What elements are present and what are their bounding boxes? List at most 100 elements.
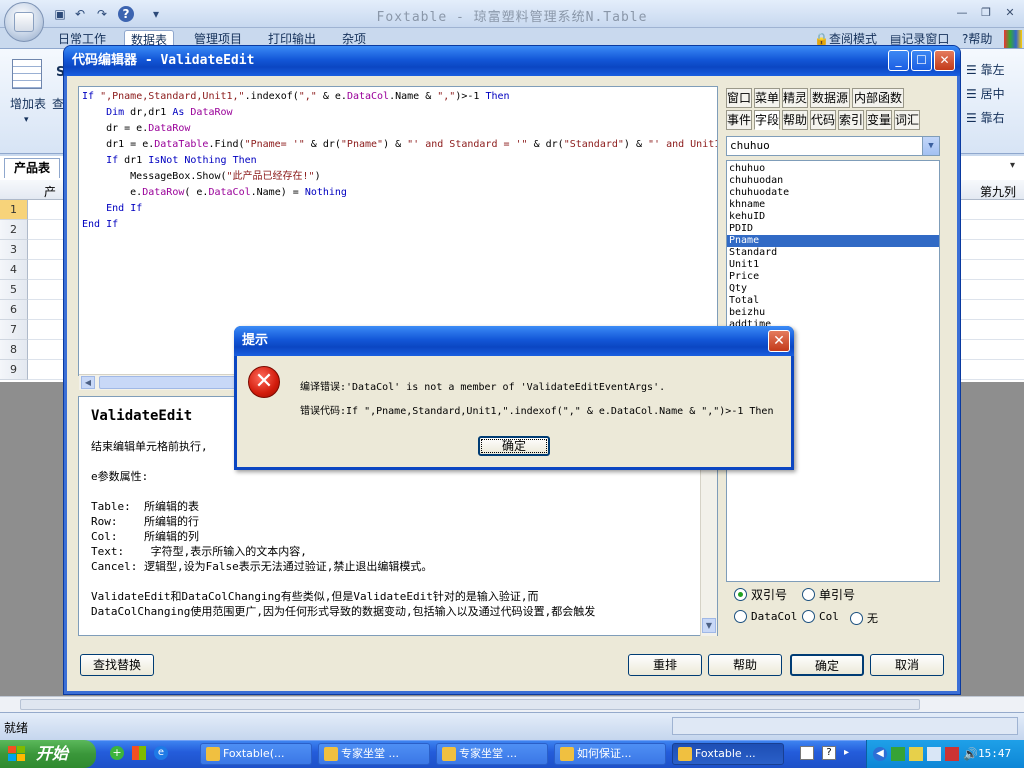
row-header[interactable]: 6 bbox=[0, 300, 28, 320]
panel-tab[interactable]: 词汇 bbox=[894, 110, 920, 130]
row-header[interactable]: 1 bbox=[0, 200, 28, 220]
panel-tab[interactable]: 数据源 bbox=[810, 88, 850, 108]
row-header[interactable]: 7 bbox=[0, 320, 28, 340]
column-header-first[interactable]: 产 bbox=[44, 183, 56, 200]
scroll-left-icon[interactable]: ◀ bbox=[81, 376, 95, 389]
panel-tab[interactable]: 事件 bbox=[726, 110, 752, 130]
sheet-dropdown-icon[interactable]: ▾ bbox=[1010, 160, 1015, 171]
panel-tab[interactable]: 变量 bbox=[866, 110, 892, 130]
code-line[interactable]: End If bbox=[82, 201, 714, 217]
panel-tab[interactable]: 内部函数 bbox=[852, 88, 904, 108]
close-icon[interactable]: ✕ bbox=[998, 5, 1022, 21]
quicklaunch-windows-icon[interactable] bbox=[132, 746, 146, 760]
tray-security-icon[interactable] bbox=[909, 747, 923, 761]
code-content[interactable]: If ",Pname,Standard,Unit1,".indexof("," … bbox=[79, 87, 717, 235]
users-icon[interactable] bbox=[1004, 30, 1022, 48]
row-header[interactable]: 8 bbox=[0, 340, 28, 360]
tray-keyboard-icon[interactable] bbox=[800, 746, 814, 760]
chevron-down-icon[interactable]: ▾ bbox=[24, 115, 29, 125]
tray-help-icon[interactable]: ? bbox=[822, 746, 836, 760]
taskbar-button[interactable]: Foxtable ... bbox=[672, 743, 784, 765]
code-line[interactable]: End If bbox=[82, 217, 714, 233]
list-item[interactable]: Total bbox=[727, 295, 939, 307]
alert-ok-button[interactable]: 确定 bbox=[478, 436, 550, 456]
row-header[interactable]: 4 bbox=[0, 260, 28, 280]
list-item[interactable]: Price bbox=[727, 271, 939, 283]
list-item[interactable]: PDID bbox=[727, 223, 939, 235]
rearrange-button[interactable]: 重排 bbox=[628, 654, 702, 676]
field-table-select[interactable]: chuhuo ▼ bbox=[726, 136, 940, 156]
list-item[interactable]: chuhuodan bbox=[727, 175, 939, 187]
find-replace-button[interactable]: 查找替换 bbox=[80, 654, 154, 676]
tray-network-icon[interactable] bbox=[927, 747, 941, 761]
taskbar-button[interactable]: 专家坐堂 ... bbox=[318, 743, 430, 765]
column-header-ninth[interactable]: 第九列 bbox=[980, 183, 1016, 200]
quote-option-radio[interactable]: 单引号 bbox=[802, 586, 855, 603]
taskbar-button[interactable]: Foxtable(... bbox=[200, 743, 312, 765]
tray-back-icon[interactable]: ◀ bbox=[873, 747, 887, 761]
list-item[interactable]: Qty bbox=[727, 283, 939, 295]
code-line[interactable]: dr = e.DataRow bbox=[82, 121, 714, 137]
panel-tab[interactable]: 字段 bbox=[754, 110, 780, 130]
radio-dot-icon[interactable] bbox=[734, 610, 747, 623]
list-item[interactable]: chuhuodate bbox=[727, 187, 939, 199]
panel-tab[interactable]: 索引 bbox=[838, 110, 864, 130]
quote-option-radio[interactable]: Col bbox=[802, 610, 839, 623]
list-item[interactable]: Standard bbox=[727, 247, 939, 259]
close-icon[interactable]: ✕ bbox=[768, 330, 790, 352]
list-item[interactable]: kehuID bbox=[727, 211, 939, 223]
panel-tab[interactable]: 菜单 bbox=[754, 88, 780, 108]
help-menu-button[interactable]: ?帮助 bbox=[956, 30, 998, 48]
scroll-down-icon[interactable]: ▼ bbox=[702, 618, 716, 633]
code-line[interactable]: dr1 = e.DataTable.Find("Pname= '" & dr("… bbox=[82, 137, 717, 153]
list-item[interactable]: khname bbox=[727, 199, 939, 211]
taskbar-button[interactable]: 专家坐堂 ... bbox=[436, 743, 548, 765]
quote-option-radio[interactable]: 双引号 bbox=[734, 586, 787, 603]
tray-antivirus-icon[interactable] bbox=[945, 747, 959, 761]
row-header[interactable]: 3 bbox=[0, 240, 28, 260]
row-header[interactable]: 9 bbox=[0, 360, 28, 380]
query-label[interactable]: 查 bbox=[52, 95, 64, 112]
panel-tab[interactable]: 代码 bbox=[810, 110, 836, 130]
minimize-icon[interactable]: _ bbox=[888, 50, 909, 71]
code-line[interactable]: Dim dr,dr1 As DataRow bbox=[82, 105, 714, 121]
radio-dot-icon[interactable] bbox=[734, 588, 747, 601]
panel-tab[interactable]: 窗口 bbox=[726, 88, 752, 108]
scroll-thumb[interactable] bbox=[20, 699, 920, 710]
taskbar-button[interactable]: 如何保证... bbox=[554, 743, 666, 765]
align-center-button[interactable]: ☰ 居中 bbox=[966, 85, 1005, 102]
row-header[interactable]: 5 bbox=[0, 280, 28, 300]
quote-option-radio[interactable]: 无 bbox=[850, 610, 878, 626]
minimize-icon[interactable]: — bbox=[950, 5, 974, 21]
start-button[interactable]: 开始 bbox=[0, 740, 96, 768]
code-line[interactable]: If dr1 IsNot Nothing Then bbox=[82, 153, 714, 169]
list-item[interactable]: chuhuo bbox=[727, 163, 939, 175]
add-table-icon[interactable] bbox=[12, 59, 42, 89]
restore-icon[interactable]: ❐ bbox=[974, 5, 998, 21]
add-table-label[interactable]: 增加表 bbox=[10, 95, 46, 112]
quicklaunch-ie-icon[interactable]: e bbox=[154, 746, 168, 760]
scroll-thumb[interactable] bbox=[99, 376, 239, 389]
horizontal-scrollbar[interactable] bbox=[0, 696, 1024, 712]
tray-app-icon[interactable] bbox=[891, 747, 905, 761]
radio-dot-icon[interactable] bbox=[850, 611, 863, 625]
align-right-button[interactable]: ☰ 靠右 bbox=[966, 109, 1005, 126]
panel-tab[interactable]: 精灵 bbox=[782, 88, 808, 108]
help-button[interactable]: 帮助 bbox=[708, 654, 782, 676]
radio-dot-icon[interactable] bbox=[802, 610, 815, 623]
radio-dot-icon[interactable] bbox=[802, 588, 815, 601]
chevron-down-icon[interactable]: ▼ bbox=[922, 137, 939, 155]
cancel-button[interactable]: 取消 bbox=[870, 654, 944, 676]
list-item[interactable]: Unit1 bbox=[727, 259, 939, 271]
align-left-button[interactable]: ☰ 靠左 bbox=[966, 61, 1005, 78]
row-header[interactable]: 2 bbox=[0, 220, 28, 240]
list-item[interactable]: Pname bbox=[727, 235, 939, 247]
maximize-icon[interactable]: ☐ bbox=[911, 50, 932, 71]
panel-tab[interactable]: 帮助 bbox=[782, 110, 808, 130]
list-item[interactable]: beizhu bbox=[727, 307, 939, 319]
quote-option-radio[interactable]: DataCol bbox=[734, 610, 797, 623]
code-line[interactable]: e.DataRow( e.DataCol.Name) = Nothing bbox=[82, 185, 714, 201]
tray-expand-icon[interactable]: ▸ bbox=[844, 746, 858, 760]
code-line[interactable]: MessageBox.Show("此产品已经存在!") bbox=[82, 169, 714, 185]
sheet-tab-products[interactable]: 产品表 bbox=[4, 158, 60, 178]
